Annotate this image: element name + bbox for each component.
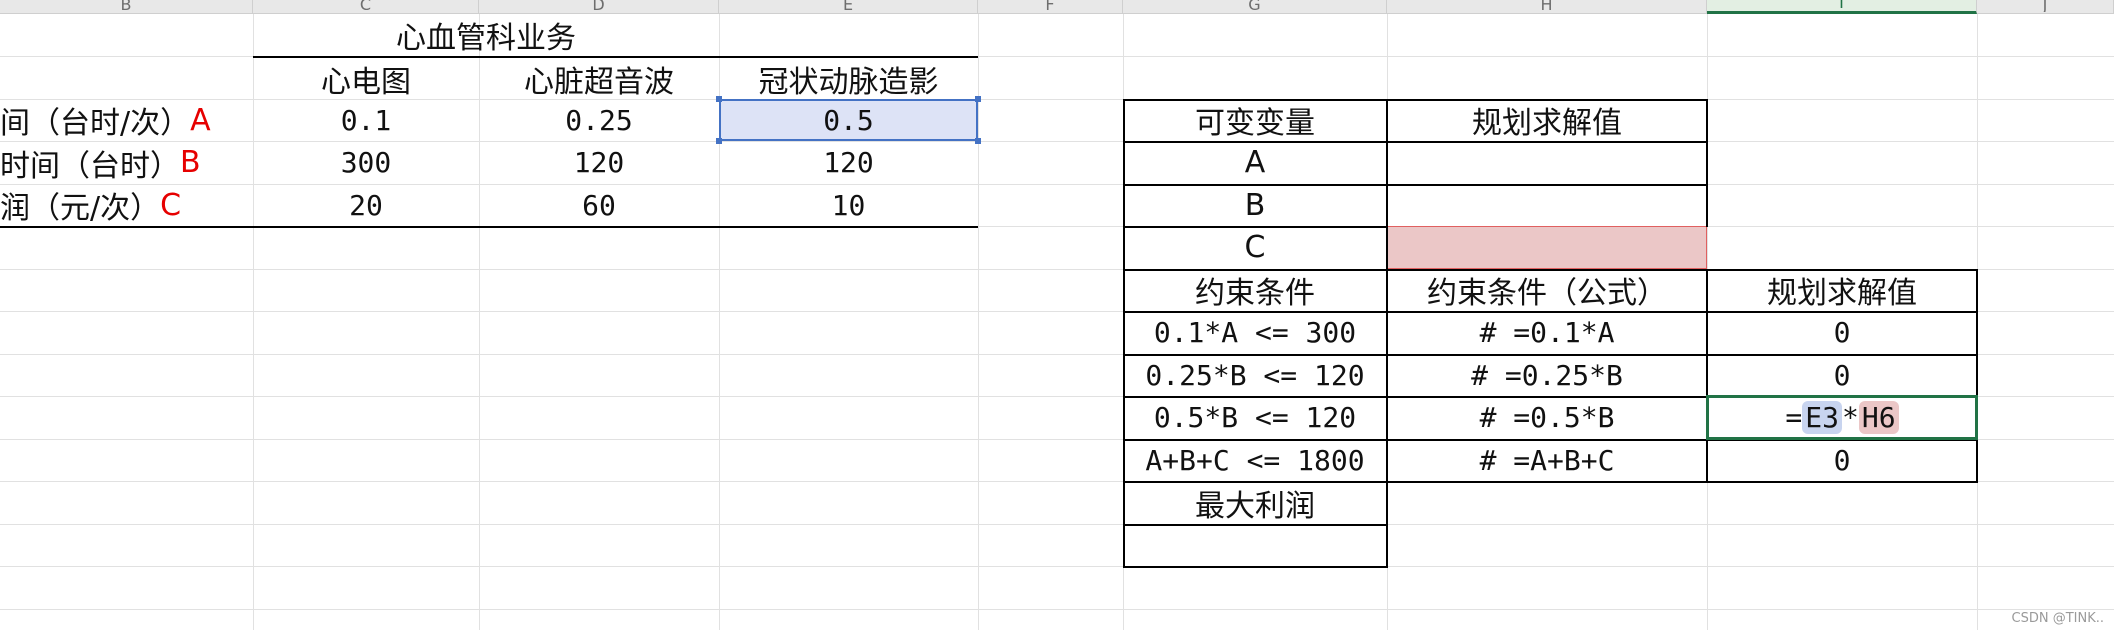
value-cell[interactable]: 0.25 [479,99,719,141]
row-var-letter: A [190,102,211,138]
column-header-j[interactable]: J [1977,0,2114,14]
solver-value-header[interactable]: 规划求解值 [1707,269,1977,311]
row-label-text: 间（台时/次） [0,106,191,141]
max-profit-label[interactable]: 最大利润 [1123,481,1387,524]
column-label-angiography[interactable]: 冠状动脉造影 [719,58,978,100]
variable-c[interactable]: C [1123,226,1387,269]
watermark: CSDN @TINK.. [2011,611,2105,626]
formula-cell[interactable]: # =0.5*B [1387,396,1707,439]
column-label-echo[interactable]: 心脏超音波 [479,58,719,100]
value-cell[interactable]: 0.1 [253,99,479,141]
formula-cell[interactable]: # =A+B+C [1387,439,1707,481]
column-header-label: H [1540,0,1553,12]
column-header-g[interactable]: G [1123,0,1387,14]
column-header-label: J [2042,0,2048,12]
row-var-letter: C [160,187,182,223]
solver-value-cell[interactable]: 0 [1707,311,1977,354]
column-header-c[interactable]: C [253,0,479,14]
column-header-label: I [1839,0,1844,10]
variables-header[interactable]: 可变变量 [1123,99,1387,141]
column-header-label: G [1248,0,1261,12]
column-header-label: F [1045,0,1055,12]
value-cell-referenced[interactable]: 0.5 [719,99,978,141]
value-cell[interactable]: 120 [479,141,719,184]
solver-value-cell[interactable]: 0 [1707,439,1977,481]
row-label-a[interactable]: 间（台时/次） A [0,99,253,142]
column-header-label: D [592,0,605,12]
formula-cell[interactable]: # =0.1*A [1387,311,1707,354]
column-header-b[interactable]: B [0,0,253,14]
formula-cell[interactable]: # =0.25*B [1387,354,1707,396]
formula-header[interactable]: 约束条件（公式） [1387,269,1707,311]
variable-b-value[interactable] [1387,184,1707,226]
column-header-label: C [359,0,372,12]
value-cell[interactable]: 60 [479,184,719,226]
solver-value-cell[interactable]: 0 [1707,354,1977,396]
column-header-f[interactable]: F [978,0,1123,14]
constraint-header[interactable]: 约束条件 [1123,269,1387,311]
row-label-b[interactable]: 时间（台时） B [0,141,253,184]
column-header-h[interactable]: H [1387,0,1707,14]
column-header-e[interactable]: E [719,0,978,14]
variable-a[interactable]: A [1123,141,1387,184]
max-profit-value[interactable] [1123,524,1387,566]
value-cell[interactable]: 20 [253,184,479,226]
column-header-label: B [120,0,132,12]
row-label-c[interactable]: 润（元/次） C [0,184,253,227]
value-cell[interactable]: 120 [719,141,978,184]
active-cell-border [1706,395,1978,440]
column-header-i[interactable]: I [1707,0,1977,14]
constraint-cell[interactable]: 0.25*B <= 120 [1123,354,1387,396]
row-label-text: 润（元/次） [0,191,161,226]
row-label-text: 时间（台时） [0,148,180,184]
variable-c-value[interactable] [1387,226,1707,269]
value-cell[interactable]: 10 [719,184,978,226]
variable-b[interactable]: B [1123,184,1387,226]
column-label-ecg[interactable]: 心电图 [253,58,479,100]
constraint-cell[interactable]: A+B+C <= 1800 [1123,439,1387,481]
table-bottom-rule [0,226,978,228]
column-header-d[interactable]: D [479,0,719,14]
constraint-cell[interactable]: 0.1*A <= 300 [1123,311,1387,354]
solver-value-header[interactable]: 规划求解值 [1387,99,1707,141]
group-header[interactable]: 心血管科业务 [253,14,719,56]
constraint-cell[interactable]: 0.5*B <= 120 [1123,396,1387,439]
column-header-label: E [842,0,854,12]
row-var-letter: B [180,145,201,180]
variable-a-value[interactable] [1387,141,1707,184]
value-cell[interactable]: 300 [253,141,479,184]
